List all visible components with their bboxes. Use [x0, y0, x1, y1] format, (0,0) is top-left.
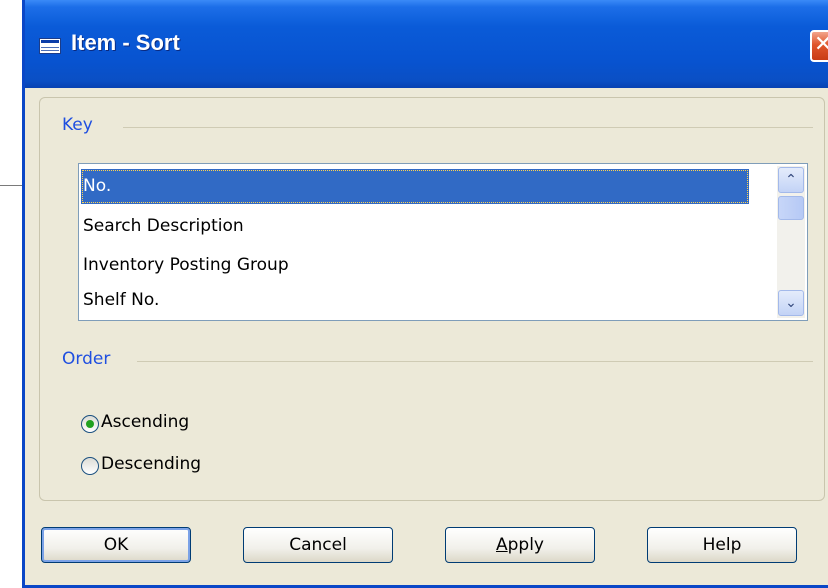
help-button[interactable]: Help	[647, 527, 797, 563]
scroll-up-button[interactable]: ⌃	[778, 167, 804, 193]
radio-descending-circle[interactable]	[81, 457, 99, 475]
key-listbox[interactable]: No. Search Description Inventory Posting…	[78, 163, 808, 321]
ok-button[interactable]: OK	[41, 527, 191, 563]
key-group-label: Key	[62, 115, 101, 135]
close-icon: ✕	[814, 32, 828, 57]
order-group-label: Order	[62, 349, 119, 369]
table-icon	[39, 38, 61, 54]
scroll-down-button[interactable]: ⌄	[778, 290, 804, 316]
apply-button[interactable]: Apply	[445, 527, 595, 563]
radio-ascending-circle[interactable]	[81, 415, 99, 433]
apply-accelerator: A	[495, 535, 508, 555]
close-button[interactable]: ✕	[810, 30, 828, 62]
item-sort-dialog: Item - Sort ✕ Key No. Search Description…	[22, 0, 828, 588]
list-item-search-description[interactable]: Search Description	[81, 209, 749, 244]
list-item-shelf-no[interactable]: Shelf No.	[81, 283, 749, 318]
chevron-down-icon: ⌄	[785, 295, 797, 311]
radio-selected-dot	[86, 420, 94, 428]
list-scrollbar[interactable]: ⌃ ⌄	[777, 166, 805, 318]
apply-label-rest: pply	[507, 535, 544, 555]
chevron-up-icon: ⌃	[785, 172, 797, 188]
radio-ascending-label: Ascending	[101, 412, 190, 432]
radio-descending-label: Descending	[101, 454, 202, 474]
list-item-inventory-posting-group[interactable]: Inventory Posting Group	[81, 248, 749, 283]
list-item-no[interactable]: No.	[81, 169, 749, 204]
window-title: Item - Sort	[71, 30, 180, 55]
cancel-button[interactable]: Cancel	[243, 527, 393, 563]
key-group-rule	[123, 127, 813, 128]
title-bar[interactable]: Item - Sort ✕	[25, 0, 828, 88]
order-group-rule	[137, 361, 813, 362]
scroll-thumb[interactable]	[778, 196, 804, 220]
